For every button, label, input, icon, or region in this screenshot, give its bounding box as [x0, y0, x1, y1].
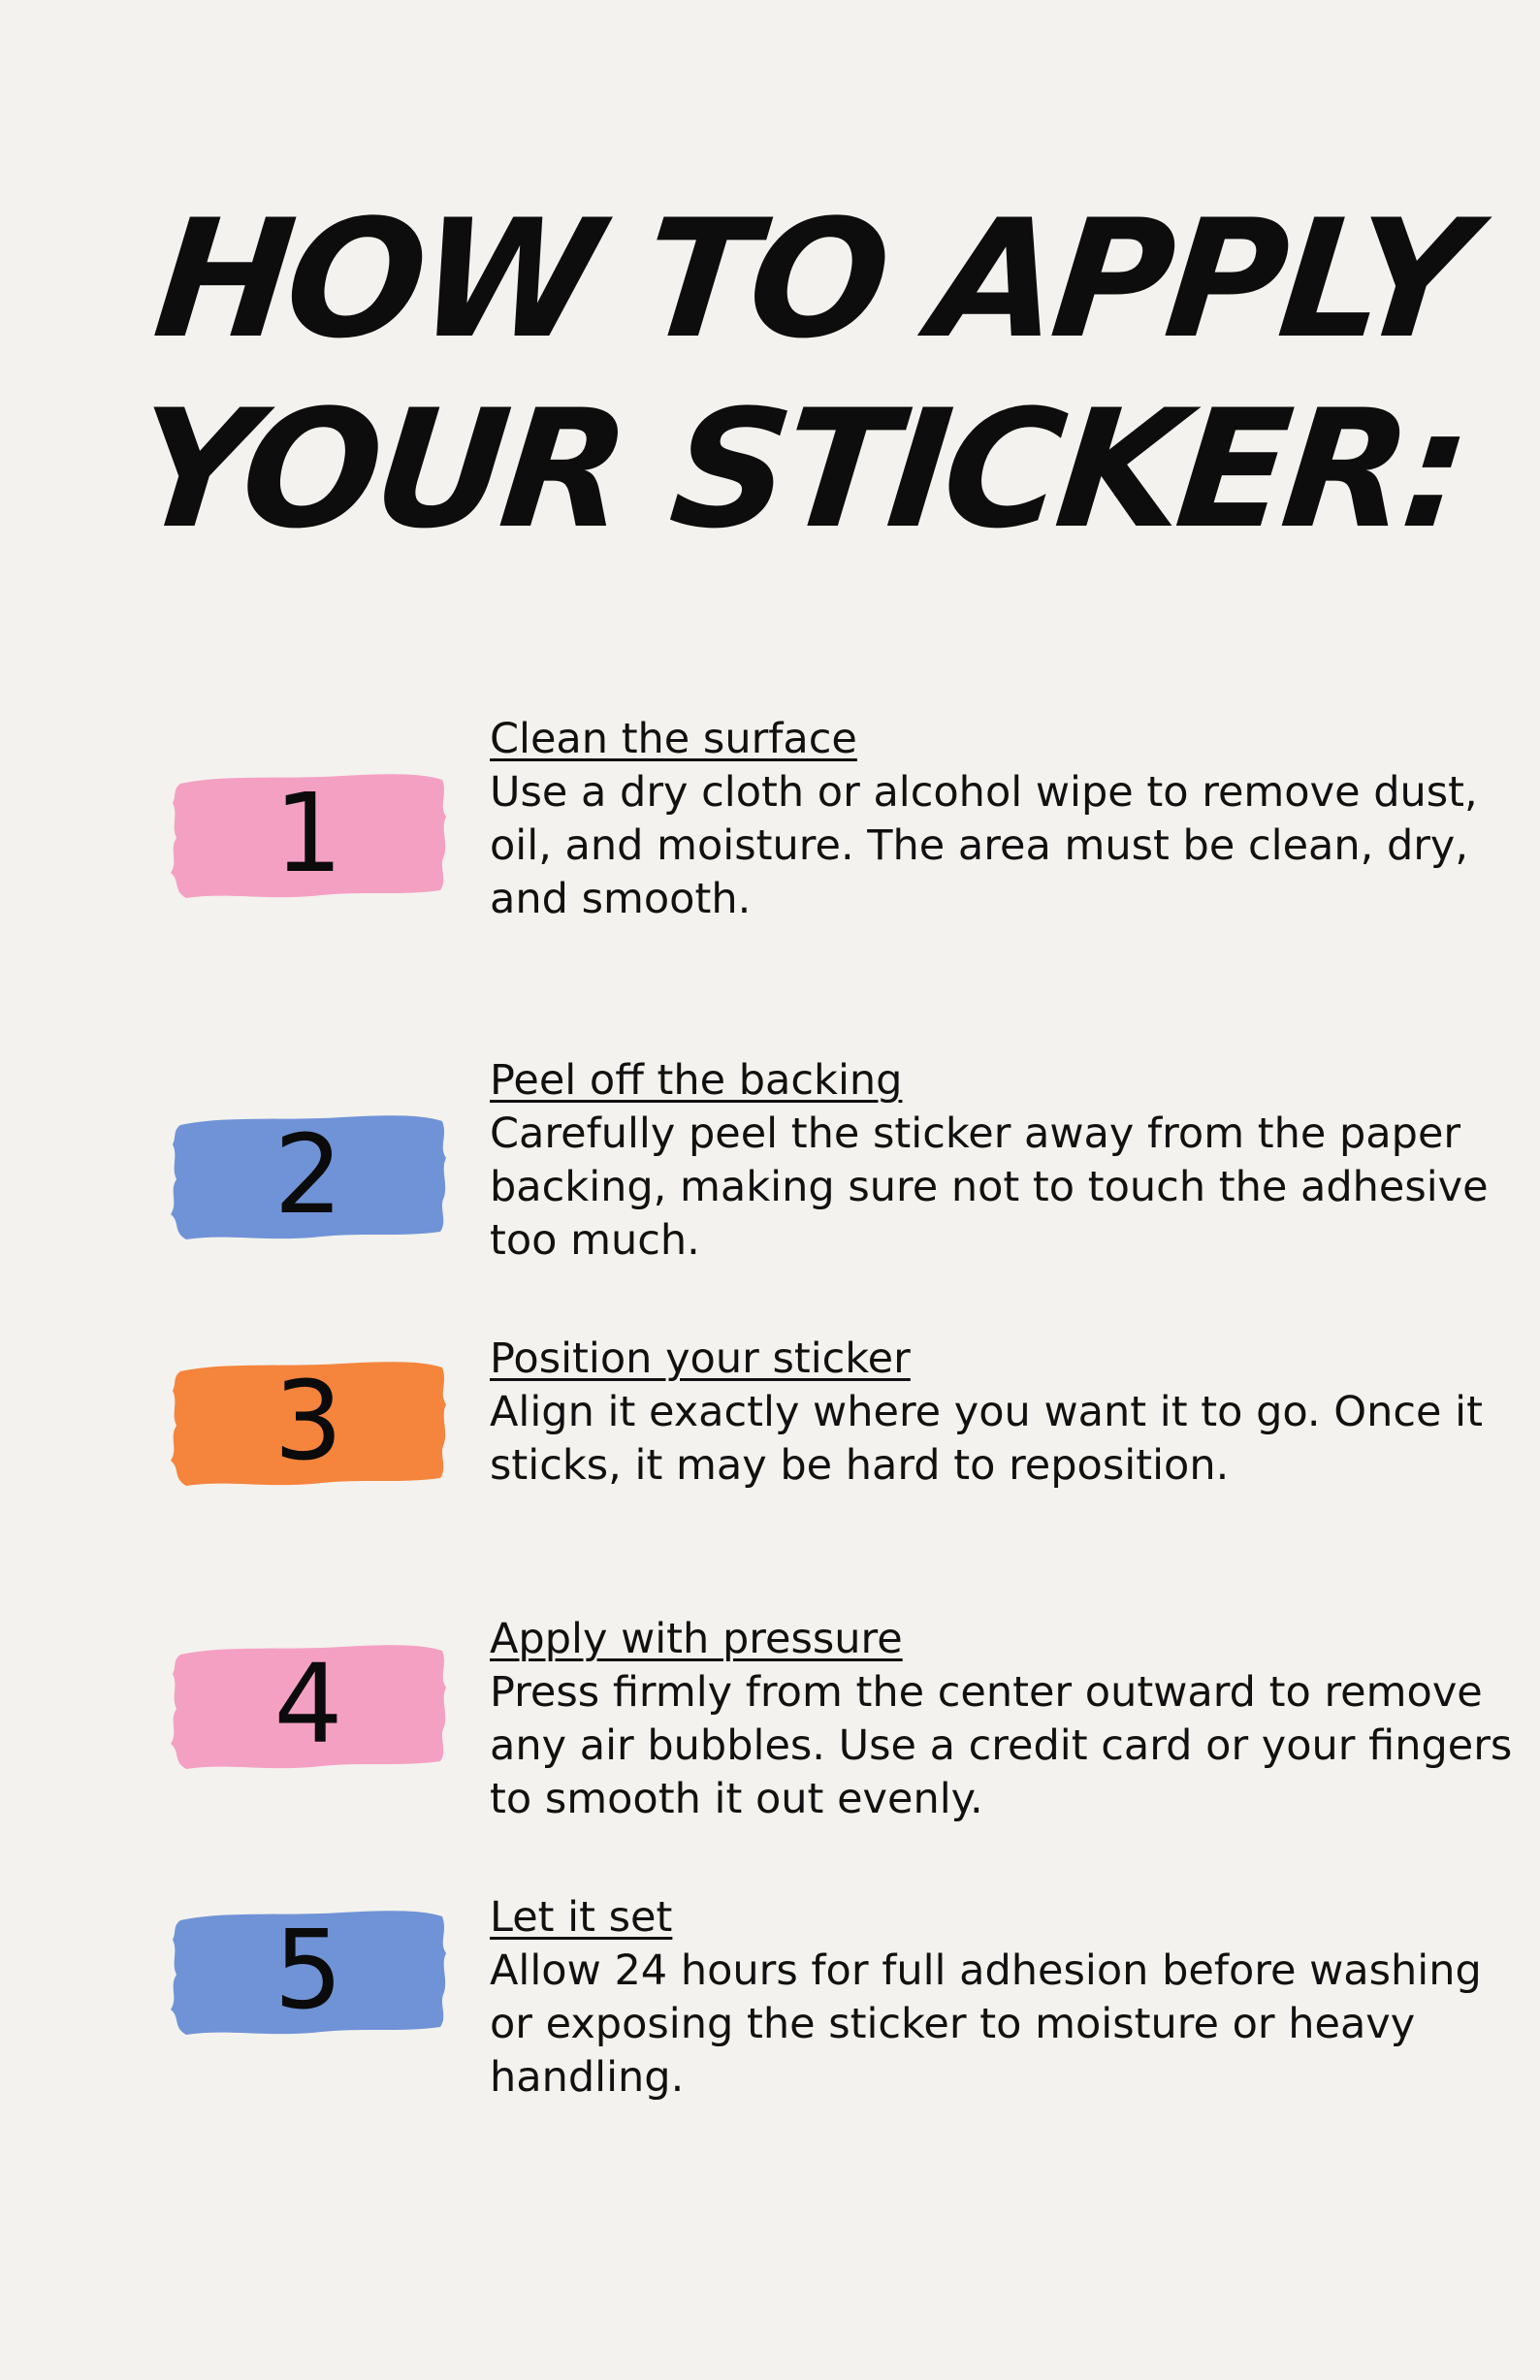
- step-2-badge: 2: [167, 1108, 450, 1243]
- step-heading: Clean the surface: [490, 715, 857, 763]
- step-5-badge: 5: [167, 1903, 450, 2039]
- step-4: 4 Apply with pressure Press firmly from …: [0, 1613, 1540, 1846]
- step-3-badge: 3: [167, 1354, 450, 1490]
- step-body: Carefully peel the sticker away from the…: [490, 1110, 1489, 1265]
- step-2: 2 Peel off the backing Carefully peel th…: [0, 1054, 1540, 1287]
- step-1: 1 Clean the surface Use a dry cloth or a…: [0, 713, 1540, 946]
- step-body: Allow 24 hours for full adhesion before …: [490, 1946, 1482, 2102]
- step-number: 2: [273, 1112, 343, 1238]
- step-number: 1: [273, 771, 343, 897]
- step-body: Use a dry cloth or alcohol wipe to remov…: [490, 768, 1478, 923]
- step-3-text: Position your sticker Align it exactly w…: [490, 1333, 1518, 1493]
- step-3: 3 Position your sticker Align it exactly…: [0, 1333, 1540, 1565]
- step-body: Press firmly from the center outward to …: [490, 1668, 1513, 1823]
- step-5: 5 Let it set Allow 24 hours for full adh…: [0, 1891, 1540, 2124]
- sticker-instructions-page: { "title": { "line1": "HOW TO APPLY", "l…: [0, 0, 1540, 2380]
- step-heading: Position your sticker: [490, 1335, 911, 1383]
- title-line-2: YOUR STICKER:: [126, 374, 1474, 564]
- step-number: 4: [273, 1642, 343, 1768]
- step-1-badge: 1: [167, 766, 450, 902]
- page-title: HOW TO APPLY YOUR STICKER:: [126, 184, 1476, 564]
- step-heading: Peel off the backing: [490, 1056, 903, 1105]
- title-line-1: HOW TO APPLY: [146, 184, 1476, 374]
- step-body: Align it exactly where you want it to go…: [490, 1388, 1483, 1490]
- step-number: 5: [273, 1908, 343, 2034]
- step-4-text: Apply with pressure Press firmly from th…: [490, 1613, 1518, 1826]
- step-5-text: Let it set Allow 24 hours for full adhes…: [490, 1891, 1518, 2105]
- step-number: 3: [273, 1359, 343, 1485]
- step-4-badge: 4: [167, 1637, 450, 1773]
- step-heading: Apply with pressure: [490, 1615, 903, 1663]
- step-1-text: Clean the surface Use a dry cloth or alc…: [490, 713, 1518, 926]
- step-heading: Let it set: [490, 1893, 673, 1942]
- step-2-text: Peel off the backing Carefully peel the …: [490, 1054, 1518, 1268]
